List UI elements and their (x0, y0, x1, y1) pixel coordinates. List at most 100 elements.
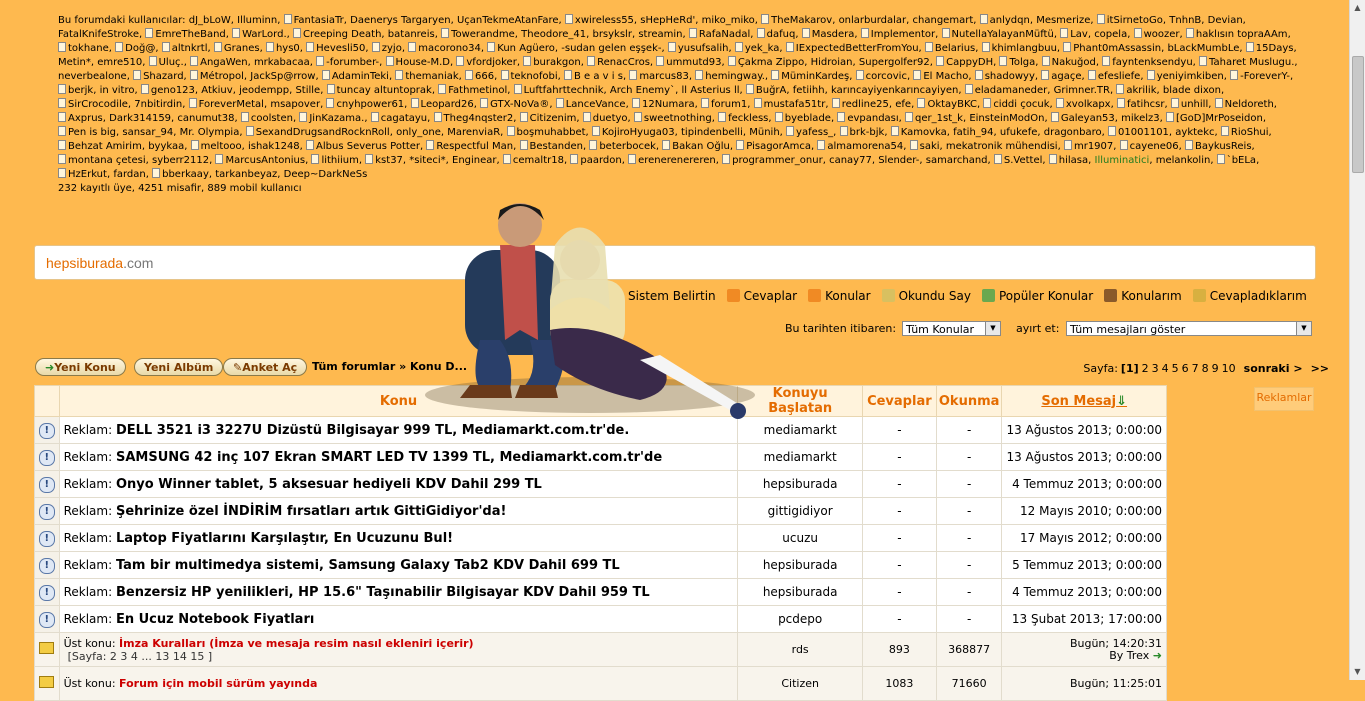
online-user-link[interactable]: LanceVance (556, 99, 626, 110)
online-user-link[interactable]: *siteci* (409, 155, 445, 166)
toolbar-item[interactable]: Okundu Say (881, 289, 971, 303)
hepsiburada-logo[interactable]: hepsiburada.com (46, 255, 153, 271)
starter-cell[interactable]: Citizen (737, 666, 863, 701)
online-user-link[interactable]: -ForeverY- (1230, 71, 1290, 82)
online-user-link[interactable]: Devian (1208, 15, 1243, 26)
online-user-link[interactable]: Illuminatici (1095, 155, 1150, 166)
online-user-link[interactable]: berjk (58, 85, 93, 96)
online-user-link[interactable]: Uluç. (149, 57, 184, 68)
online-user-link[interactable]: MüminKardeş (771, 71, 849, 82)
online-user-link[interactable]: hemingway. (695, 71, 765, 82)
scroll-up-icon[interactable]: ▲ (1350, 0, 1365, 16)
online-user-link[interactable]: Metin* (58, 57, 91, 68)
online-user-link[interactable]: mustafa51tr (754, 99, 826, 110)
online-user-link[interactable]: mrkabacaa (254, 57, 310, 68)
online-user-link[interactable]: blade dixon (1163, 85, 1221, 96)
new-album-button[interactable]: Yeni Albüm (134, 358, 224, 376)
header-views[interactable]: Okunma (935, 385, 1003, 417)
topic-title-link[interactable]: İmza Kuralları (İmza ve mesaja resim nas… (119, 637, 474, 650)
online-user-link[interactable]: HzErkut (58, 169, 107, 180)
online-user-link[interactable]: shadowyy (975, 71, 1035, 82)
table-row[interactable]: ! Reklam: Şehrinize özel İNDİRİM fırsatla… (34, 497, 1167, 525)
online-user-link[interactable]: fatihcsr (1117, 99, 1165, 110)
online-user-link[interactable]: MarcusAntonius (215, 155, 305, 166)
sticky-row[interactable]: Üst konu: Forum için mobil sürüm yayında… (34, 666, 1167, 701)
online-user-link[interactable]: CappyDH (936, 57, 993, 68)
online-user-link[interactable]: akrilik (1116, 85, 1156, 96)
online-user-link[interactable]: mr1907 (1064, 141, 1113, 152)
online-user-link[interactable]: TheMakarov (761, 15, 832, 26)
online-user-link[interactable]: Grimner.TR (1054, 85, 1110, 96)
online-user-link[interactable]: Belarius (925, 43, 975, 54)
online-user-link[interactable]: sansar_94 (122, 127, 173, 138)
online-user-link[interactable]: anlydqn (980, 15, 1030, 26)
online-user-link[interactable]: altnkrtl (162, 43, 208, 54)
online-user-link[interactable]: BaykusReis (1185, 141, 1252, 152)
online-user-link[interactable]: canumut38 (177, 113, 234, 124)
online-user-link[interactable]: sHepHeRd' (640, 15, 695, 26)
online-user-link[interactable]: tokhane (58, 43, 109, 54)
online-user-link[interactable]: byeblade (775, 113, 831, 124)
online-user-link[interactable]: RafaNadal (689, 29, 750, 40)
online-user-link[interactable]: ForeverMetal (189, 99, 264, 110)
online-user-link[interactable]: 01001101 (1108, 127, 1169, 138)
online-user-link[interactable]: OktayBKC (917, 99, 976, 110)
online-user-link[interactable]: GTX-NoVa® (480, 99, 549, 110)
toolbar-item[interactable]: Konularım (1104, 289, 1182, 303)
page-link[interactable]: 4 (1162, 362, 1169, 375)
online-user-link[interactable]: S.Vettel (994, 155, 1043, 166)
page-link[interactable]: 5 (1172, 362, 1179, 375)
online-user-link[interactable]: marcus83 (629, 71, 689, 82)
online-user-link[interactable]: lithiium (311, 155, 358, 166)
online-user-link[interactable]: ayktekc (1175, 127, 1214, 138)
online-user-link[interactable]: vfordjoker (456, 57, 516, 68)
online-user-link[interactable]: saki (910, 141, 940, 152)
online-user-link[interactable]: EmreTheBand (145, 29, 225, 40)
online-user-link[interactable]: Métropol (190, 71, 244, 82)
topic-title-link[interactable]: Onyo Winner tablet, 5 aksesuar hediyeli … (116, 477, 542, 492)
online-user-link[interactable]: IExpectedBetterFromYou (786, 43, 919, 54)
online-user-link[interactable]: themaniak (395, 71, 458, 82)
online-user-link[interactable]: Tolga (999, 57, 1035, 68)
starter-cell[interactable]: hepsiburada (737, 551, 863, 579)
online-user-link[interactable]: Albus Severus Potter (306, 141, 420, 152)
topic-title-link[interactable]: Forum için mobil sürüm yayında (119, 677, 317, 690)
online-user-link[interactable]: erenerenereren (628, 155, 716, 166)
online-user-link[interactable]: ufukefe (1000, 127, 1037, 138)
last-post-author[interactable]: By Trex (1109, 649, 1149, 662)
topic-title-link[interactable]: Benzersiz HP yenilikleri, HP 15.6" Taşın… (116, 585, 650, 600)
online-user-link[interactable]: changemart (913, 15, 974, 26)
online-user-link[interactable]: agaçe (1041, 71, 1081, 82)
online-user-link[interactable]: sweetnothing (634, 113, 712, 124)
scrollbar-thumb[interactable] (1352, 56, 1364, 173)
topic-title-link[interactable]: Şehrinize özel İNDİRİM fırsatları artık … (116, 504, 506, 519)
sort-filter-select[interactable]: Tüm mesajları göster ▼ (1066, 321, 1312, 336)
online-user-link[interactable]: Lav (1060, 29, 1088, 40)
online-user-link[interactable]: Illuminn (237, 15, 277, 26)
online-user-link[interactable]: Enginear (452, 155, 497, 166)
header-replies[interactable]: Cevaplar (861, 385, 937, 417)
online-user-link[interactable]: Kamovka (891, 127, 947, 138)
online-user-link[interactable]: [GoD]MrPoseidon (1166, 113, 1263, 124)
online-user-link[interactable]: Fathmetinol (438, 85, 507, 96)
chevron-down-icon[interactable]: ▼ (985, 322, 1000, 335)
online-user-link[interactable]: Phant0mAssassin (1063, 43, 1161, 54)
online-user-link[interactable]: Taharet Muslugu. (1199, 57, 1294, 68)
starter-cell[interactable]: hepsiburada (737, 470, 863, 498)
online-user-link[interactable]: fatih_94 (953, 127, 993, 138)
online-user-link[interactable]: mekatronik mühendisi (946, 141, 1058, 152)
online-user-link[interactable]: Creeping Death (293, 29, 381, 40)
online-user-link[interactable]: syberr2112 (152, 155, 209, 166)
online-user-link[interactable]: RioShui (1221, 127, 1269, 138)
online-user-link[interactable]: JackSp@rrow (250, 71, 315, 82)
online-user-link[interactable]: Doğ@ (115, 43, 155, 54)
table-row[interactable]: ! Reklam: Tam bir multimedya sistemi, Sam… (34, 551, 1167, 579)
new-topic-button[interactable]: ➜Yeni Konu (35, 358, 126, 376)
online-user-link[interactable]: El Macho (913, 71, 968, 82)
online-user-link[interactable]: unhill (1171, 99, 1208, 110)
online-user-link[interactable]: yafess_ (786, 127, 833, 138)
online-user-link[interactable]: qer_1st_k (905, 113, 963, 124)
online-user-link[interactable]: TnhnB (1169, 15, 1201, 26)
online-user-link[interactable]: copela (1094, 29, 1127, 40)
online-user-link[interactable]: coolsten (241, 113, 293, 124)
